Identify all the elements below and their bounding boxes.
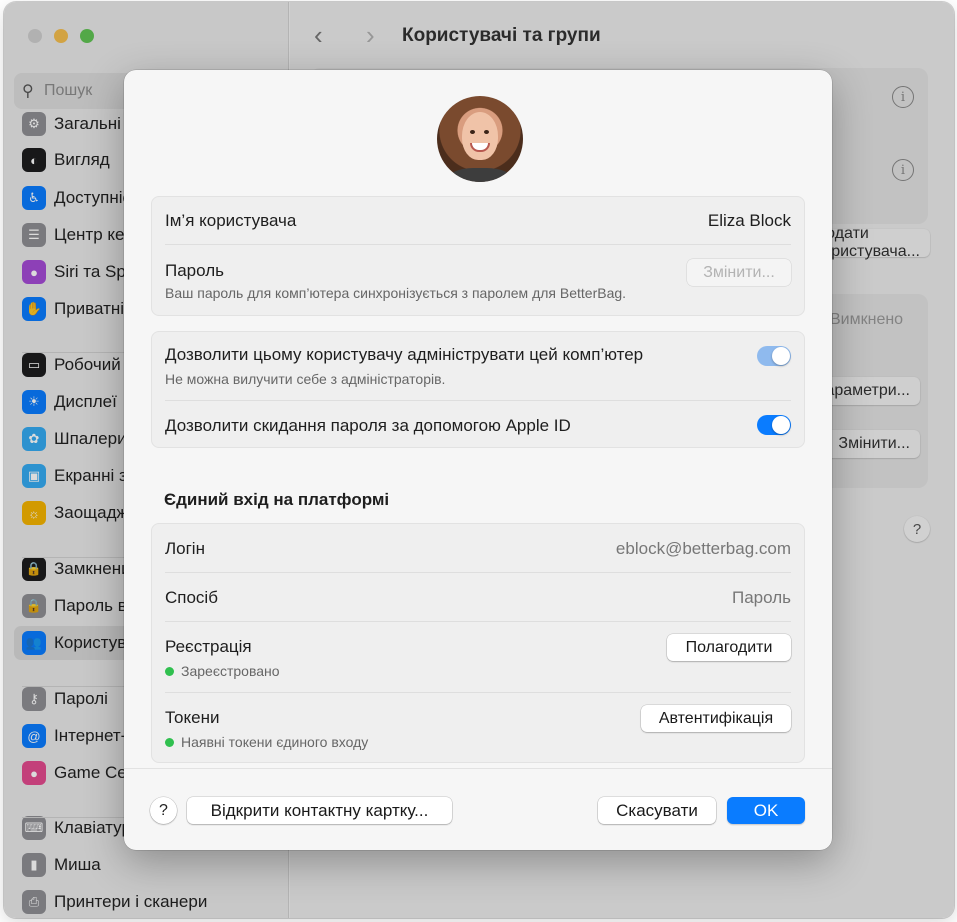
password-row: Пароль Ваш пароль для комп’ютера синхрон… <box>165 259 791 305</box>
method-row: Спосіб Пароль <box>165 588 791 610</box>
tokens-status-text: Наявні токени єдиного входу <box>181 734 369 750</box>
footer-divider <box>124 768 832 769</box>
password-label: Пароль <box>165 261 224 280</box>
account-group: Ім’я користувача Eliza Block Пароль Ваш … <box>151 196 805 316</box>
username-label: Ім’я користувача <box>165 211 297 230</box>
authenticate-button[interactable]: Автентифікація <box>641 705 791 732</box>
ok-button[interactable]: OK <box>727 797 805 824</box>
login-label: Логін <box>165 539 205 558</box>
sso-section-title: Єдиний вхід на платформі <box>164 490 390 509</box>
method-label: Спосіб <box>165 588 218 607</box>
row-divider <box>165 244 791 245</box>
admin-sub: Не можна вилучити себе з адміністраторів… <box>165 371 446 387</box>
avatar-eye <box>484 130 489 134</box>
login-value: eblock@betterbag.com <box>615 539 791 558</box>
open-contact-card-button[interactable]: Відкрити контактну картку... <box>187 797 452 824</box>
avatar-face <box>462 112 498 160</box>
admin-row: Дозволити цьому користувачу адмініструва… <box>165 345 791 389</box>
help-button[interactable]: ? <box>150 797 177 824</box>
status-dot-icon <box>165 667 174 676</box>
registration-row: Реєстрація Зареєстровано Полагодити <box>165 634 791 679</box>
tokens-status: Наявні токени єдиного входу <box>165 734 368 750</box>
change-password-button[interactable]: Змінити... <box>687 259 791 286</box>
row-divider <box>165 572 791 573</box>
reset-label: Дозволити скидання пароля за допомогою A… <box>165 416 571 435</box>
repair-button[interactable]: Полагодити <box>667 634 791 661</box>
method-value: Пароль <box>732 588 791 607</box>
sso-group: Логін eblock@betterbag.com Спосіб Пароль… <box>151 523 805 763</box>
reset-password-toggle[interactable] <box>757 415 791 435</box>
registration-status: Зареєстровано <box>165 663 280 679</box>
permissions-group: Дозволити цьому користувачу адмініструва… <box>151 331 805 448</box>
row-divider <box>165 692 791 693</box>
reset-row: Дозволити скидання пароля за допомогою A… <box>165 415 791 438</box>
username-value: Eliza Block <box>707 211 791 230</box>
login-row: Логін eblock@betterbag.com <box>165 539 791 561</box>
row-divider <box>165 400 791 401</box>
tokens-label: Токени <box>165 708 220 727</box>
avatar-eye <box>470 130 475 134</box>
status-dot-icon <box>165 738 174 747</box>
username-row: Ім’я користувача Eliza Block <box>165 211 791 233</box>
row-divider <box>165 621 791 622</box>
user-details-sheet: Ім’я користувача Eliza Block Пароль Ваш … <box>124 70 832 850</box>
registration-label: Реєстрація <box>165 637 252 656</box>
user-avatar[interactable] <box>437 96 523 182</box>
admin-label: Дозволити цьому користувачу адмініструва… <box>165 345 644 364</box>
password-sub: Ваш пароль для комп’ютера синхронізуєтьс… <box>165 285 627 301</box>
tokens-row: Токени Наявні токени єдиного входу Автен… <box>165 705 791 750</box>
registration-status-text: Зареєстровано <box>181 663 280 679</box>
avatar-shirt <box>447 168 513 182</box>
cancel-button[interactable]: Скасувати <box>598 797 716 824</box>
admin-toggle[interactable] <box>757 346 791 366</box>
